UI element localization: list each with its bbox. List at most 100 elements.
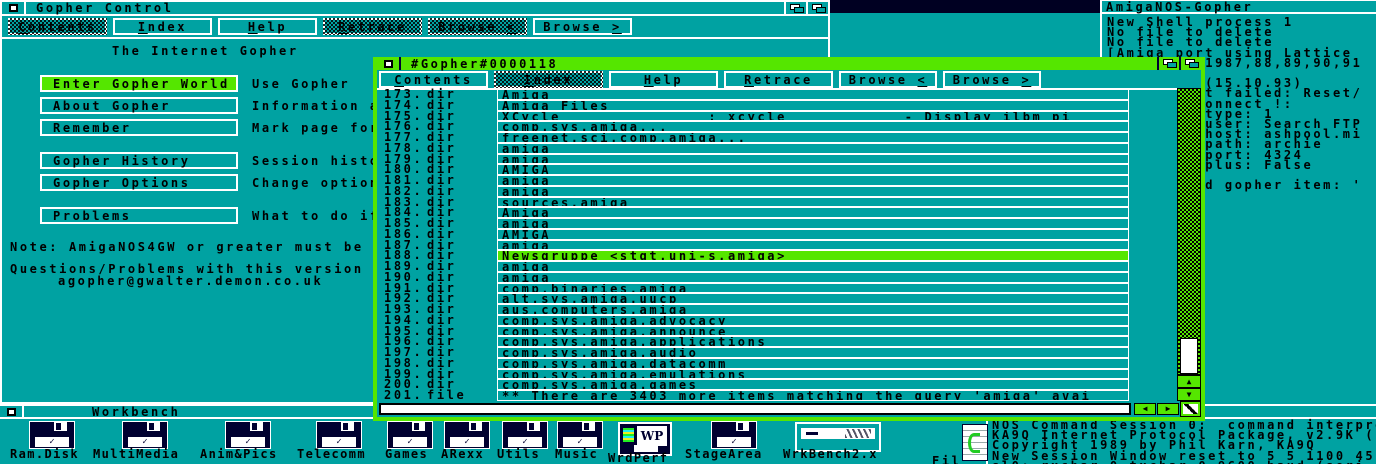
nos-program-icon[interactable]	[962, 424, 988, 461]
list-item-selected[interactable]: Newsgruppe <stgt.uni-s.amiga>	[497, 250, 1129, 261]
list-item[interactable]: comp.binaries.amiga	[497, 283, 1129, 294]
list-item[interactable]: freenet.sci.comp.amiga...	[497, 132, 1129, 143]
list-item[interactable]: amiga	[497, 272, 1129, 283]
list-row[interactable]: 177.dirfreenet.sci.comp.amiga...	[379, 132, 1135, 143]
list-item[interactable]: AMIGA	[497, 229, 1129, 240]
disk-icon-multimedia[interactable]: ✓	[123, 422, 167, 448]
vertical-scrollbar[interactable]	[1177, 88, 1201, 375]
list-row[interactable]: 200.dircomp.sys.amiga.games	[379, 379, 1135, 390]
list-item[interactable]: alt.sys.amiga.uucp	[497, 293, 1129, 304]
depth-gadget-icon[interactable]	[1179, 57, 1201, 70]
list-row[interactable]: 178.diramiga	[379, 143, 1135, 154]
list-item[interactable]: amiga	[497, 143, 1129, 154]
list-row[interactable]: 187.diramiga	[379, 240, 1135, 251]
list-item[interactable]: amiga	[497, 175, 1129, 186]
list-item[interactable]: AMIGA	[497, 164, 1129, 175]
disk-icon-games[interactable]: ✓	[388, 422, 432, 448]
disk-icon-arexx[interactable]: ✓	[445, 422, 489, 448]
button-retrace[interactable]: Retrace	[724, 71, 833, 88]
list-row[interactable]: 183.dirsources.amiga	[379, 197, 1135, 208]
list-item[interactable]: amiga	[497, 261, 1129, 272]
list-row[interactable]: 180.dirAMIGA	[379, 164, 1135, 175]
button-browse->[interactable]: Browse >	[943, 71, 1041, 88]
list-item[interactable]: sources.amiga	[497, 197, 1129, 208]
menu-button-remember[interactable]: Remember	[40, 119, 238, 136]
list-row[interactable]: 186.dirAMIGA	[379, 229, 1135, 240]
gopher-results-titlebar[interactable]: #Gopher#0000118	[377, 57, 1201, 70]
disk-icon-utils[interactable]: ✓	[503, 422, 547, 448]
scroll-up-icon[interactable]: ▲	[1177, 375, 1201, 388]
list-row[interactable]: 201.file** There are 3403 more items mat…	[379, 390, 1135, 401]
list-row[interactable]: 189.diramiga	[379, 261, 1135, 272]
close-icon[interactable]	[0, 406, 24, 417]
disk-icon-anim-pics[interactable]: ✓	[226, 422, 270, 448]
list-item[interactable]: comp.sys.amiga...	[497, 121, 1129, 132]
button-contents[interactable]: Contents	[379, 71, 488, 88]
list-row[interactable]: 191.dircomp.binaries.amiga	[379, 283, 1135, 294]
list-item[interactable]: comp.sys.amiga.advocacy	[497, 315, 1129, 326]
menu-button-problems[interactable]: Problems	[40, 207, 238, 224]
list-item[interactable]: amiga	[497, 186, 1129, 197]
depth-gadget-icon[interactable]	[806, 2, 828, 14]
list-row[interactable]: 176.dircomp.sys.amiga...	[379, 121, 1135, 132]
list-item[interactable]: comp.sys.amiga.applications	[497, 336, 1129, 347]
list-row[interactable]: 198.dircomp.sys.amiga.datacomm	[379, 358, 1135, 369]
list-item[interactable]: amiga	[497, 154, 1129, 165]
button-browse->[interactable]: Browse >	[533, 18, 632, 35]
amiganos-titlebar[interactable]: AmigaNOS-Gopher	[1102, 1, 1376, 14]
list-item[interactable]: XCycle : xcycle - Display ilbm pi	[497, 111, 1129, 122]
list-row[interactable]: 193.diraus.computers.amiga	[379, 304, 1135, 315]
disk-icon-telecomm[interactable]: ✓	[317, 422, 361, 448]
list-row[interactable]: 181.diramiga	[379, 175, 1135, 186]
menu-button-about-gopher[interactable]: About Gopher	[40, 97, 238, 114]
button-help[interactable]: Help	[609, 71, 718, 88]
disk-icon-stagearea[interactable]: ✓	[712, 422, 756, 448]
gopher-control-titlebar[interactable]: Gopher Control	[2, 2, 828, 16]
scroll-down-icon[interactable]: ▼	[1177, 388, 1201, 401]
list-item[interactable]: amiga	[497, 218, 1129, 229]
list-item[interactable]: comp.sys.amiga.announce	[497, 326, 1129, 337]
list-row[interactable]: 173.dirAmiga	[379, 89, 1135, 100]
list-item[interactable]: ** There are 3403 more items matching th…	[497, 390, 1129, 401]
list-row[interactable]: 196.dircomp.sys.amiga.applications	[379, 336, 1135, 347]
list-row[interactable]: 182.diramiga	[379, 186, 1135, 197]
list-row[interactable]: 179.diramiga	[379, 154, 1135, 165]
list-row[interactable]: 192.diralt.sys.amiga.uucp	[379, 293, 1135, 304]
list-item[interactable]: Amiga	[497, 89, 1129, 100]
list-row[interactable]: 185.diramiga	[379, 218, 1135, 229]
list-row[interactable]: 188.dirNewsgruppe <stgt.uni-s.amiga>	[379, 250, 1135, 261]
close-icon[interactable]	[377, 57, 401, 70]
menu-button-gopher-options[interactable]: Gopher Options	[40, 174, 238, 191]
menu-button-gopher-history[interactable]: Gopher History	[40, 152, 238, 169]
list-item[interactable]: comp.sys.amiga.games	[497, 379, 1129, 390]
button-index[interactable]: Index	[113, 18, 212, 35]
disk-icon-music[interactable]: ✓	[558, 422, 602, 448]
list-row[interactable]: 197.dircomp.sys.amiga.audio	[379, 347, 1135, 358]
list-row[interactable]: 175.dirXCycle : xcycle - Display ilbm pi	[379, 111, 1135, 122]
scroll-left-icon[interactable]: ◀	[1134, 403, 1156, 415]
scroll-right-icon[interactable]: ▶	[1157, 403, 1179, 415]
list-row[interactable]: 190.diramiga	[379, 272, 1135, 283]
list-item[interactable]: Amiga Files	[497, 100, 1129, 111]
menu-button-enter-gopher-world[interactable]: Enter Gopher World	[40, 75, 238, 92]
scrollbar-thumb[interactable]	[1180, 338, 1198, 374]
list-row[interactable]: 184.dirAmiga	[379, 207, 1135, 218]
list-item[interactable]: amiga	[497, 240, 1129, 251]
list-item[interactable]: Amiga	[497, 207, 1129, 218]
list-item[interactable]: comp.sys.amiga.datacomm	[497, 358, 1129, 369]
button-help[interactable]: Help	[218, 18, 317, 35]
zoom-gadget-icon[interactable]	[1157, 57, 1179, 70]
resize-gadget-icon[interactable]	[1180, 401, 1201, 417]
list-item[interactable]: comp.sys.amiga.audio	[497, 347, 1129, 358]
list-item[interactable]: aus.computers.amiga	[497, 304, 1129, 315]
zoom-gadget-icon[interactable]	[784, 2, 806, 14]
button-browse-[interactable]: Browse <	[839, 71, 937, 88]
disk-icon-ram-disk[interactable]: ✓	[30, 422, 74, 448]
list-row[interactable]: 174.dirAmiga Files	[379, 100, 1135, 111]
list-row[interactable]: 195.dircomp.sys.amiga.announce	[379, 326, 1135, 337]
list-row[interactable]: 194.dircomp.sys.amiga.advocacy	[379, 315, 1135, 326]
close-icon[interactable]	[2, 2, 26, 14]
list-item[interactable]: comp.sys.amiga.emulations	[497, 369, 1129, 380]
list-row[interactable]: 199.dircomp.sys.amiga.emulations	[379, 369, 1135, 380]
horizontal-scrollbar[interactable]	[379, 403, 1131, 415]
